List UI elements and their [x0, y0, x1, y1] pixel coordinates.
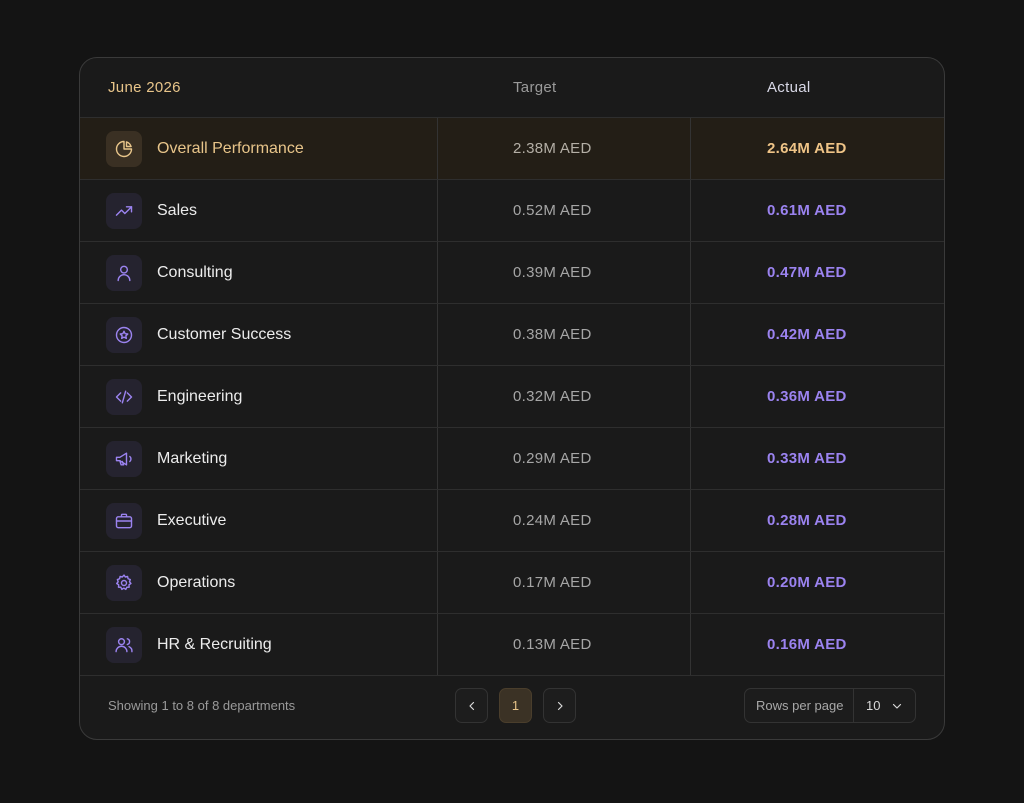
megaphone-icon: [106, 440, 142, 477]
row-actual: 0.20M AED: [767, 574, 847, 591]
users-icon: [106, 626, 142, 663]
row-target: 0.29M AED: [438, 428, 691, 489]
row-name: Marketing: [157, 449, 228, 467]
department-table-card: June 2026 Target Actual Overall Performa…: [79, 57, 945, 740]
row-target: 0.13M AED: [438, 614, 691, 675]
table-footer: Showing 1 to 8 of 8 departments 1 Rows p…: [80, 673, 944, 739]
table-row[interactable]: Engineering 0.32M AED 0.36M AED: [80, 366, 944, 428]
table-body: Overall Performance 2.38M AED 2.64M AED …: [80, 118, 944, 676]
table-row[interactable]: Executive 0.24M AED 0.28M AED: [80, 490, 944, 552]
showing-count: Showing 1 to 8 of 8 departments: [108, 698, 296, 713]
page-button-current[interactable]: 1: [499, 688, 532, 723]
period-header: June 2026: [108, 79, 181, 96]
row-target: 0.52M AED: [438, 180, 691, 241]
row-actual: 0.42M AED: [767, 326, 847, 343]
table-row[interactable]: Marketing 0.29M AED 0.33M AED: [80, 428, 944, 490]
row-name: HR & Recruiting: [157, 635, 272, 653]
pagination: 1: [455, 688, 576, 723]
row-name: Sales: [157, 201, 198, 219]
rows-per-page-label: Rows per page: [745, 689, 854, 722]
table-header: June 2026 Target Actual: [80, 58, 944, 118]
row-name: Operations: [157, 573, 236, 591]
row-actual: 0.28M AED: [767, 512, 847, 529]
row-actual: 0.36M AED: [767, 388, 847, 405]
row-target: 0.24M AED: [438, 490, 691, 551]
row-actual: 0.47M AED: [767, 264, 847, 281]
chevron-right-icon: [557, 701, 563, 710]
table-row[interactable]: Customer Success 0.38M AED 0.42M AED: [80, 304, 944, 366]
row-target: 0.17M AED: [438, 552, 691, 613]
user-icon: [106, 254, 142, 291]
gear-icon: [106, 564, 142, 601]
next-page-button[interactable]: [543, 688, 576, 723]
code-icon: [106, 378, 142, 415]
row-target: 0.32M AED: [438, 366, 691, 427]
row-name: Executive: [157, 511, 227, 529]
table-row[interactable]: Consulting 0.39M AED 0.47M AED: [80, 242, 944, 304]
trending-up-icon: [106, 192, 142, 229]
row-name: Engineering: [157, 387, 243, 405]
row-target: 0.39M AED: [438, 242, 691, 303]
rows-per-page-value: 10: [866, 698, 881, 713]
star-badge-icon: [106, 316, 142, 353]
briefcase-icon: [106, 502, 142, 539]
pie-chart-icon: [106, 130, 142, 167]
table-row[interactable]: Overall Performance 2.38M AED 2.64M AED: [80, 118, 944, 180]
row-actual: 0.16M AED: [767, 636, 847, 653]
prev-page-button[interactable]: [455, 688, 488, 723]
row-actual: 2.64M AED: [767, 140, 847, 157]
row-actual: 0.33M AED: [767, 450, 847, 467]
table-row[interactable]: HR & Recruiting 0.13M AED 0.16M AED: [80, 614, 944, 676]
row-target: 0.38M AED: [438, 304, 691, 365]
row-name: Customer Success: [157, 325, 292, 343]
actual-column-header[interactable]: Actual: [691, 79, 944, 96]
row-target: 2.38M AED: [438, 118, 691, 179]
row-name: Consulting: [157, 263, 233, 281]
table-row[interactable]: Operations 0.17M AED 0.20M AED: [80, 552, 944, 614]
target-column-header[interactable]: Target: [438, 79, 691, 96]
chevron-down-icon: [892, 703, 902, 709]
rows-per-page-select[interactable]: Rows per page 10: [744, 688, 916, 723]
row-name: Overall Performance: [157, 139, 304, 157]
row-actual: 0.61M AED: [767, 202, 847, 219]
chevron-left-icon: [468, 701, 474, 710]
table-row[interactable]: Sales 0.52M AED 0.61M AED: [80, 180, 944, 242]
